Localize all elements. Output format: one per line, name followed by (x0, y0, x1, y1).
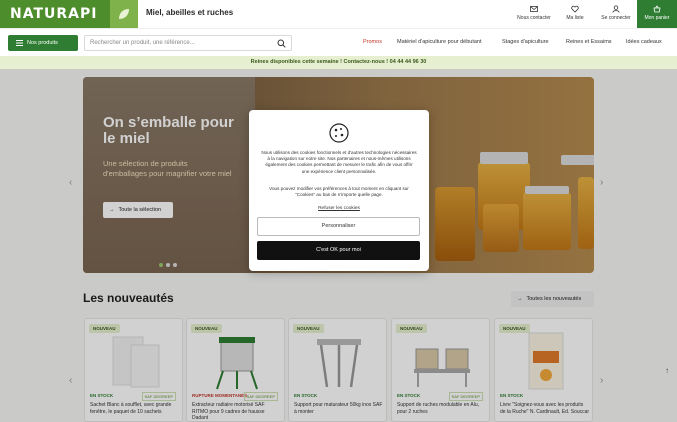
mail-icon (530, 6, 538, 12)
cookie-text: Nous utilisons des cookies fonctionnels … (261, 150, 417, 174)
search-icon[interactable] (277, 39, 286, 48)
cart-button[interactable]: Mon panier (637, 0, 677, 28)
basket-icon (653, 5, 661, 13)
nav-link-reines[interactable]: Reines et Essaims (566, 39, 612, 45)
contact-link[interactable]: Nous contacter (514, 5, 554, 21)
contact-label: Nous contacter (517, 15, 551, 21)
user-icon (612, 5, 620, 13)
logo[interactable]: NATURAPI (0, 0, 138, 28)
menu-icon (16, 40, 23, 46)
site-header: NATURAPI Miel, abeilles et ruches Nous c… (0, 0, 677, 28)
wishlist-label: Ma liste (566, 15, 584, 21)
search-placeholder: Rechercher un produit, une référence... (90, 40, 195, 46)
back-to-top-icon[interactable]: ↑ (665, 366, 669, 375)
tagline: Miel, abeilles et ruches (146, 8, 234, 17)
refuse-cookies-link[interactable]: Refuser les cookies (249, 206, 429, 211)
login-label: Se connecter (601, 15, 631, 21)
cookie-text-2: Vous pouvez modifier vos préférences à t… (269, 186, 409, 198)
nav-link-debutant[interactable]: Matériel d'apiculture pour débutant (397, 39, 482, 45)
promo-banner[interactable]: Reines disponibles cette semaine ! Conta… (0, 56, 677, 69)
heart-icon (571, 5, 579, 13)
cookie-icon (329, 123, 349, 143)
search-input[interactable]: Rechercher un produit, une référence... (84, 35, 292, 51)
leaf-icon (110, 0, 138, 28)
login-link[interactable]: Se connecter (596, 5, 636, 21)
logo-text: NATURAPI (10, 6, 98, 22)
products-label: Nos produits (27, 40, 58, 46)
nav-link-cadeaux[interactable]: Idées cadeaux (626, 39, 662, 45)
products-menu-button[interactable]: Nos produits (8, 35, 78, 51)
main-nav: Nos produits Rechercher un produit, une … (0, 28, 677, 56)
accept-button[interactable]: C'est OK pour moi (257, 241, 420, 260)
cart-label: Mon panier (644, 15, 670, 21)
wishlist-link[interactable]: Ma liste (555, 5, 595, 21)
customize-button[interactable]: Personnaliser (257, 217, 420, 236)
nav-link-stages[interactable]: Stages d'apiculture (502, 39, 549, 45)
cookie-dialog: Nous utilisons des cookies fonctionnels … (249, 110, 429, 271)
nav-link-promos[interactable]: Promos (363, 39, 382, 45)
